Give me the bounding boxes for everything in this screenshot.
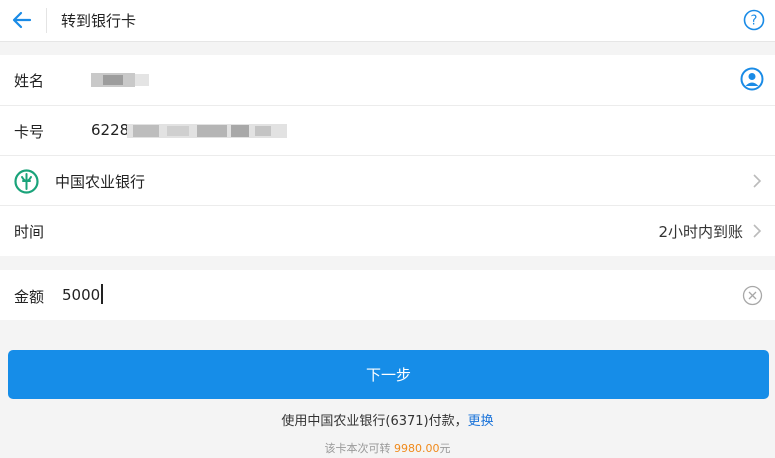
chevron-right-icon [753,224,762,238]
card-label: 卡号 [14,123,45,141]
bank-row[interactable]: 中国农业银行 [0,155,775,205]
abc-bank-logo [14,169,39,194]
next-step-button[interactable]: 下一步 [8,350,769,399]
payee-card: 姓名 卡号 6228 中国农业银行 时间 2小时内到账 [0,55,775,256]
time-row[interactable]: 时间 2小时内到账 [0,205,775,255]
page-title: 转到银行卡 [61,12,137,30]
amount-card: 金额 [0,270,775,320]
arrival-time: 2小时内到账 [658,223,743,241]
chevron-right-icon [753,174,762,188]
amount-input[interactable] [62,280,702,310]
top-bar: 转到银行卡 ? [0,0,775,42]
pay-with-text: 使用中国农业银行(6371)付款， [281,414,468,429]
pay-with-info: 使用中国农业银行(6371)付款，更换 [0,410,775,429]
bank-name: 中国农业银行 [55,173,146,191]
card-row[interactable]: 卡号 6228 [0,105,775,155]
name-label: 姓名 [14,72,45,90]
amount-label: 金额 [14,288,45,306]
limit-prefix: 该卡本次可转 [324,442,391,455]
name-redacted [91,73,149,87]
text-caret [101,284,104,304]
limit-amount: 9980.00 [394,442,440,455]
person-circle-icon[interactable] [740,67,764,91]
card-number-prefix: 6228 [91,121,130,139]
limit-suffix: 元 [439,442,451,455]
header-divider [46,8,47,33]
clear-circle-icon[interactable] [742,285,763,306]
change-card-link[interactable]: 更换 [468,414,494,429]
time-label: 时间 [14,223,45,241]
card-number-redacted [127,124,287,138]
name-row[interactable]: 姓名 [0,55,775,105]
arrow-left-icon[interactable] [11,9,33,31]
svg-text:?: ? [751,14,758,29]
transfer-limit: 该卡本次可转 9980.00元 [0,440,775,456]
question-circle-icon[interactable]: ? [743,9,765,31]
